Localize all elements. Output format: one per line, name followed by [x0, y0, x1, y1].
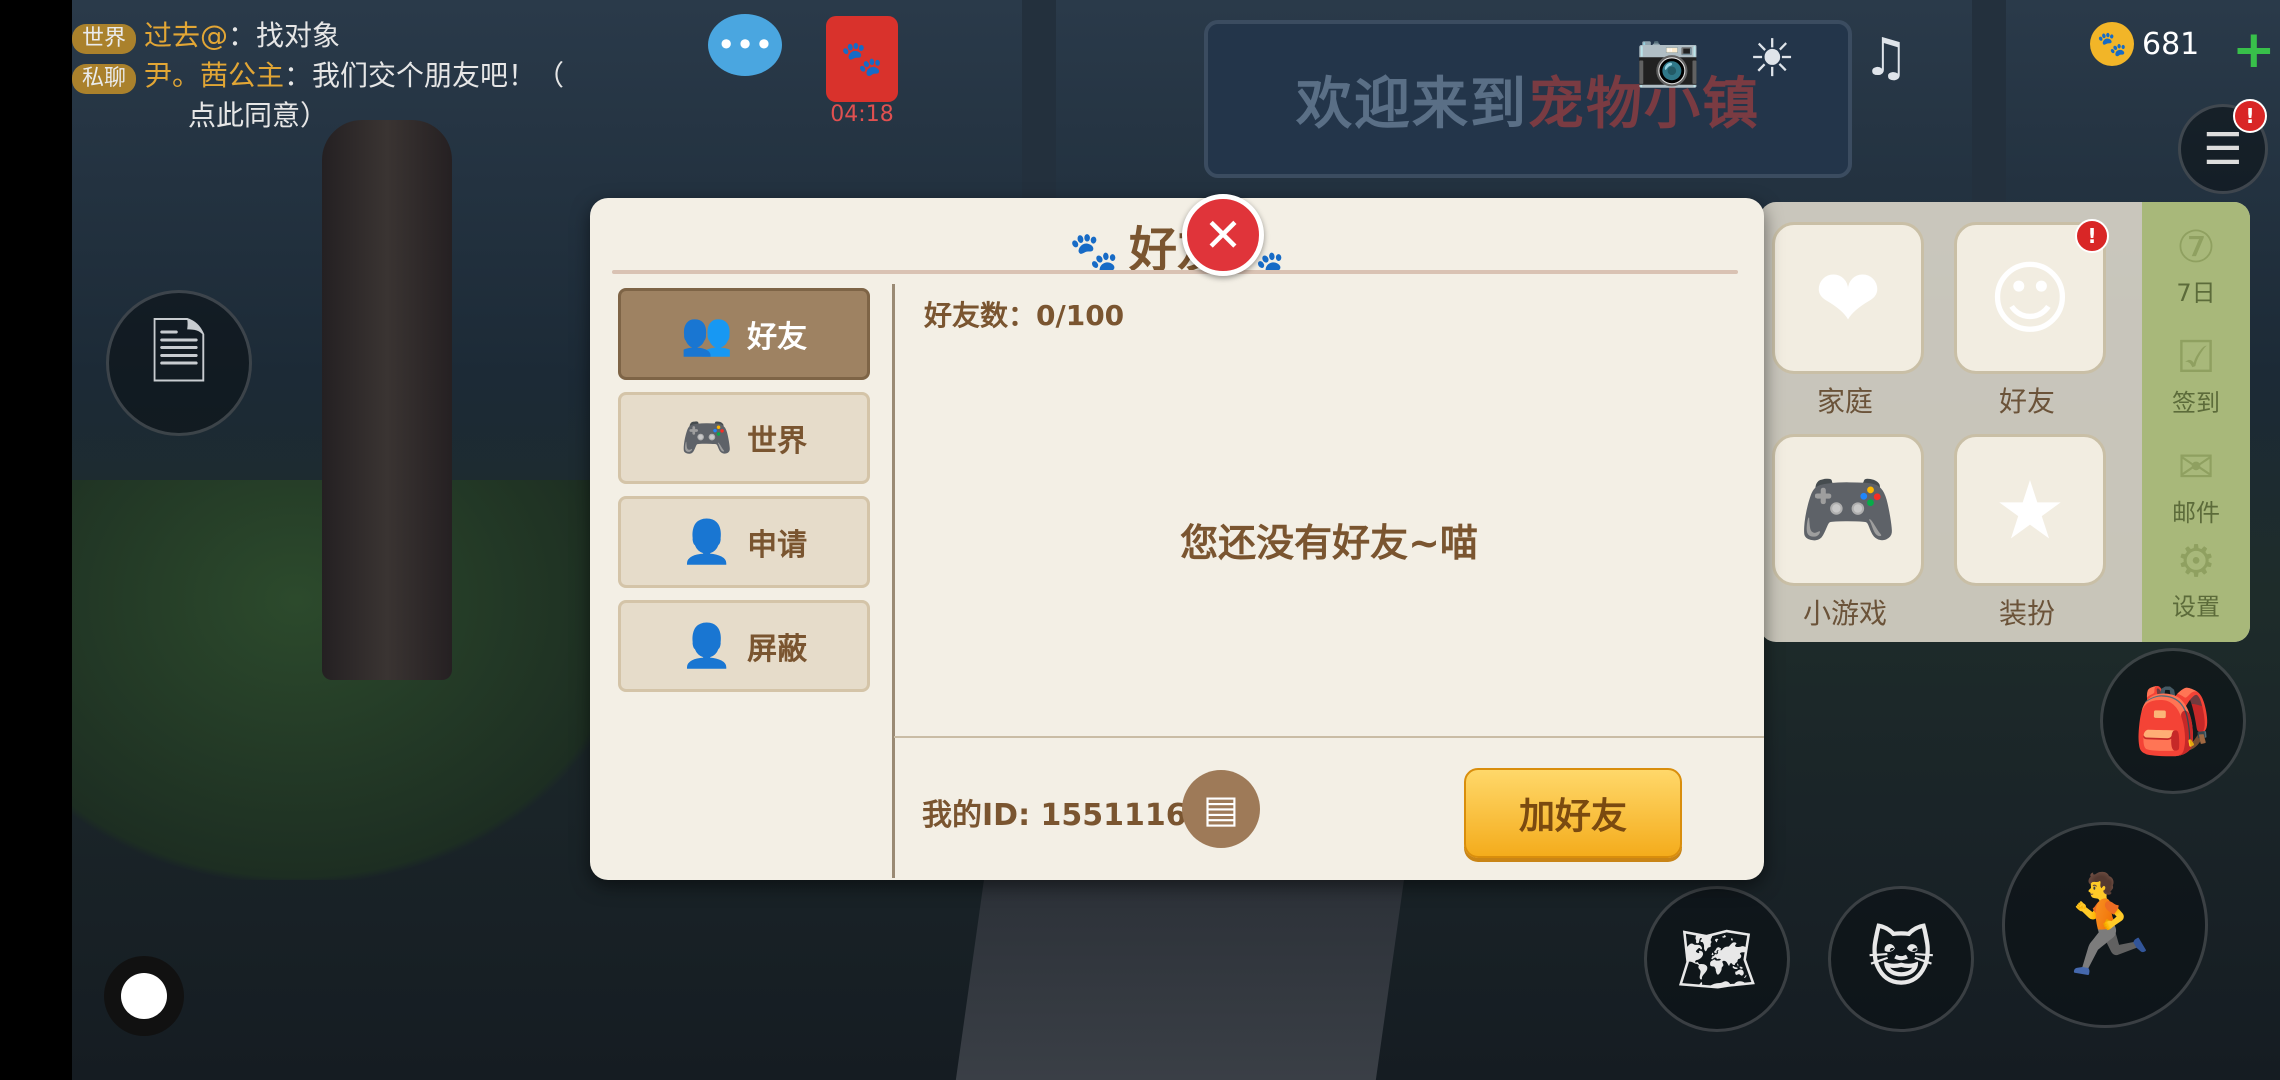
red-envelope-icon[interactable]: 🐾: [826, 16, 898, 102]
tab-friends[interactable]: 👥 好友: [618, 288, 870, 380]
emote-cat-icon[interactable]: 😺: [1828, 886, 1974, 1032]
minigame-tile-label: 小游戏: [1802, 597, 1887, 630]
add-user-icon: 👤: [680, 517, 734, 566]
assistive-touch-button[interactable]: [104, 956, 184, 1036]
seven-day-button[interactable]: ⑦ 7日: [2150, 222, 2242, 308]
chat-tag: 私聊: [72, 64, 137, 94]
map-icon[interactable]: 🗺: [1644, 886, 1790, 1032]
backpack-icon[interactable]: 🎒: [2100, 648, 2246, 794]
mail-label: 邮件: [2172, 499, 2220, 527]
title-divider: [612, 270, 1738, 274]
mail-button[interactable]: ✉ 邮件: [2150, 442, 2242, 528]
gamepad-icon: 🎮: [680, 413, 734, 462]
gear-icon: ⚙: [2176, 536, 2216, 587]
chat-message: ：我们交个朋友吧！（: [284, 59, 565, 92]
coin-icon: 🐾: [2090, 22, 2134, 66]
tab-divider: [892, 284, 895, 878]
chat-line-private[interactable]: 私聊 尹。茜公主：我们交个朋友吧！（: [72, 56, 682, 96]
tab-label: 屏蔽: [747, 632, 808, 667]
tab-label: 申请: [747, 528, 808, 563]
friends-dialog: 🐾 好友 🐾 👥 好友 🎮 世界 👤 申请 👤 屏蔽 好友数：0/100 您还没有好友~喵 …: [590, 198, 1764, 880]
chat-sender: 尹。茜公主: [144, 59, 285, 92]
tab-label: 好友: [747, 320, 808, 355]
music-icon[interactable]: ♫: [1846, 20, 1926, 96]
family-tile-icon[interactable]: ❤: [1772, 222, 1924, 374]
notification-badge: !: [2233, 99, 2267, 133]
tab-world[interactable]: 🎮 世界: [618, 392, 870, 484]
close-button[interactable]: ✕: [1182, 194, 1264, 276]
dressup-tile-icon[interactable]: ★: [1954, 434, 2106, 586]
my-id-label: 我的ID: 15511164: [922, 798, 1208, 833]
block-user-icon: 👤: [680, 621, 734, 670]
gamepad-tile-icon[interactable]: 🎮: [1772, 434, 1924, 586]
copy-icon: ▤: [1203, 787, 1239, 831]
road: [955, 850, 1409, 1080]
notification-badge: !: [2075, 219, 2109, 253]
chat-feed[interactable]: 世界 过去@：找对象 私聊 尹。茜公主：我们交个朋友吧！（ 点此同意）: [72, 16, 682, 136]
tab-label: 世界: [747, 424, 808, 459]
checkin-label: 签到: [2172, 389, 2220, 417]
checkin-button[interactable]: ☑ 签到: [2150, 332, 2242, 418]
task-document-icon[interactable]: 🗎: [106, 290, 252, 436]
brightness-icon[interactable]: ☀: [1730, 24, 1814, 94]
jump-icon[interactable]: 🏃: [2002, 822, 2208, 1028]
footer-divider: [894, 736, 1764, 738]
menu-list-icon[interactable]: ☰ !: [2178, 99, 2268, 194]
chat-message: ：找对象: [228, 19, 341, 52]
chat-line-world[interactable]: 世界 过去@：找对象: [72, 16, 682, 56]
red-envelope-timer: 04:18: [830, 102, 894, 127]
coin-count: 681: [2142, 26, 2200, 62]
chat-bubble-icon[interactable]: •••: [708, 14, 782, 76]
tree-trunk: [322, 120, 452, 680]
tab-requests[interactable]: 👤 申请: [618, 496, 870, 588]
copy-id-button[interactable]: ▤: [1182, 770, 1260, 848]
family-tile-label: 家庭: [1816, 385, 1873, 418]
empty-state-text: 您还没有好友~喵: [1180, 521, 1478, 565]
seven-day-icon: ⑦: [2176, 222, 2216, 273]
add-coins-button[interactable]: +: [2232, 20, 2276, 80]
dressup-tile-label: 装扮: [1998, 597, 2055, 630]
friends-icon: 👥: [680, 309, 734, 358]
friends-tile-label: 好友: [1998, 385, 2055, 418]
tab-blocked[interactable]: 👤 屏蔽: [618, 600, 870, 692]
chat-tag: 世界: [72, 24, 137, 54]
chat-sender: 过去@: [144, 19, 229, 52]
coin-balance: 🐾 681: [2090, 22, 2199, 66]
mail-icon: ✉: [2177, 442, 2215, 493]
add-friend-button[interactable]: 加好友: [1464, 768, 1682, 858]
settings-label: 设置: [2172, 593, 2220, 621]
settings-button[interactable]: ⚙ 设置: [2150, 536, 2242, 622]
checkin-icon: ☑: [2176, 332, 2216, 383]
seven-day-label: 7日: [2176, 279, 2216, 307]
friend-count: 好友数：0/100: [924, 299, 1125, 332]
chat-message-cont[interactable]: 点此同意）: [72, 96, 682, 136]
camera-icon[interactable]: 📷: [1628, 24, 1708, 94]
sign-text-1: 欢迎来到: [1296, 71, 1528, 137]
friends-tile-icon[interactable]: ☺ !: [1954, 219, 2109, 374]
